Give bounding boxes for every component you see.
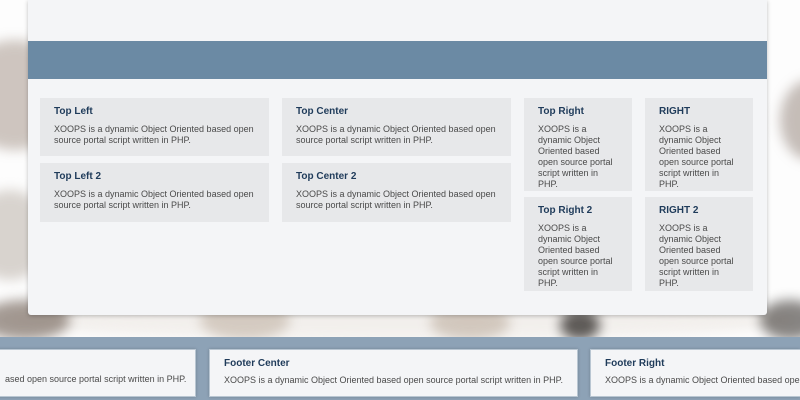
- block-right: RIGHT XOOPS is a dynamic Object Oriented…: [645, 98, 753, 191]
- footer-block-left: ased open source portal script written i…: [0, 349, 196, 397]
- block-text: ased open source portal script written i…: [5, 374, 187, 384]
- block-text: XOOPS is a dynamic Object Oriented based…: [296, 124, 496, 145]
- block-text: XOOPS is a dynamic Object Oriented based…: [54, 124, 254, 145]
- navigation-bar: [28, 41, 767, 79]
- block-text: XOOPS is a dynamic Object Oriented based…: [296, 189, 496, 210]
- footer-block-center: Footer Center XOOPS is a dynamic Object …: [209, 349, 578, 397]
- block-right-2: RIGHT 2 XOOPS is a dynamic Object Orient…: [645, 197, 753, 291]
- block-title: Top Right: [538, 106, 584, 117]
- background-blur: [780, 80, 800, 160]
- block-text: XOOPS is a dynamic Object Oriented based…: [54, 189, 254, 210]
- main-content-panel: Top Left XOOPS is a dynamic Object Orien…: [28, 0, 767, 315]
- block-text: XOOPS is a dynamic Object Oriented based…: [659, 124, 734, 189]
- block-title: RIGHT 2: [659, 205, 699, 216]
- block-title: RIGHT: [659, 106, 691, 117]
- block-title: Top Right 2: [538, 205, 593, 216]
- block-text: XOOPS is a dynamic Object Oriented based…: [538, 124, 613, 189]
- block-top-center-2: Top Center 2 XOOPS is a dynamic Object O…: [282, 163, 511, 222]
- block-top-right-2: Top Right 2 XOOPS is a dynamic Object Or…: [524, 197, 632, 291]
- block-title: Top Left: [54, 106, 93, 117]
- block-title: Top Left 2: [54, 171, 102, 182]
- block-text: XOOPS is a dynamic Object Oriented based…: [659, 223, 734, 288]
- block-top-left-2: Top Left 2 XOOPS is a dynamic Object Ori…: [40, 163, 269, 222]
- block-title: Footer Center: [224, 358, 290, 369]
- block-title: Top Center: [296, 106, 349, 117]
- block-text: XOOPS is a dynamic Object Oriented based…: [538, 223, 613, 288]
- block-text: XOOPS is a dynamic Object Oriented based…: [605, 375, 800, 385]
- block-top-left: Top Left XOOPS is a dynamic Object Orien…: [40, 98, 269, 156]
- block-text: XOOPS is a dynamic Object Oriented based…: [224, 375, 563, 385]
- block-title: Top Center 2: [296, 171, 357, 182]
- footer-block-right: Footer Right XOOPS is a dynamic Object O…: [590, 349, 800, 397]
- block-top-right: Top Right XOOPS is a dynamic Object Orie…: [524, 98, 632, 191]
- block-title: Footer Right: [605, 358, 665, 369]
- block-top-center: Top Center XOOPS is a dynamic Object Ori…: [282, 98, 511, 156]
